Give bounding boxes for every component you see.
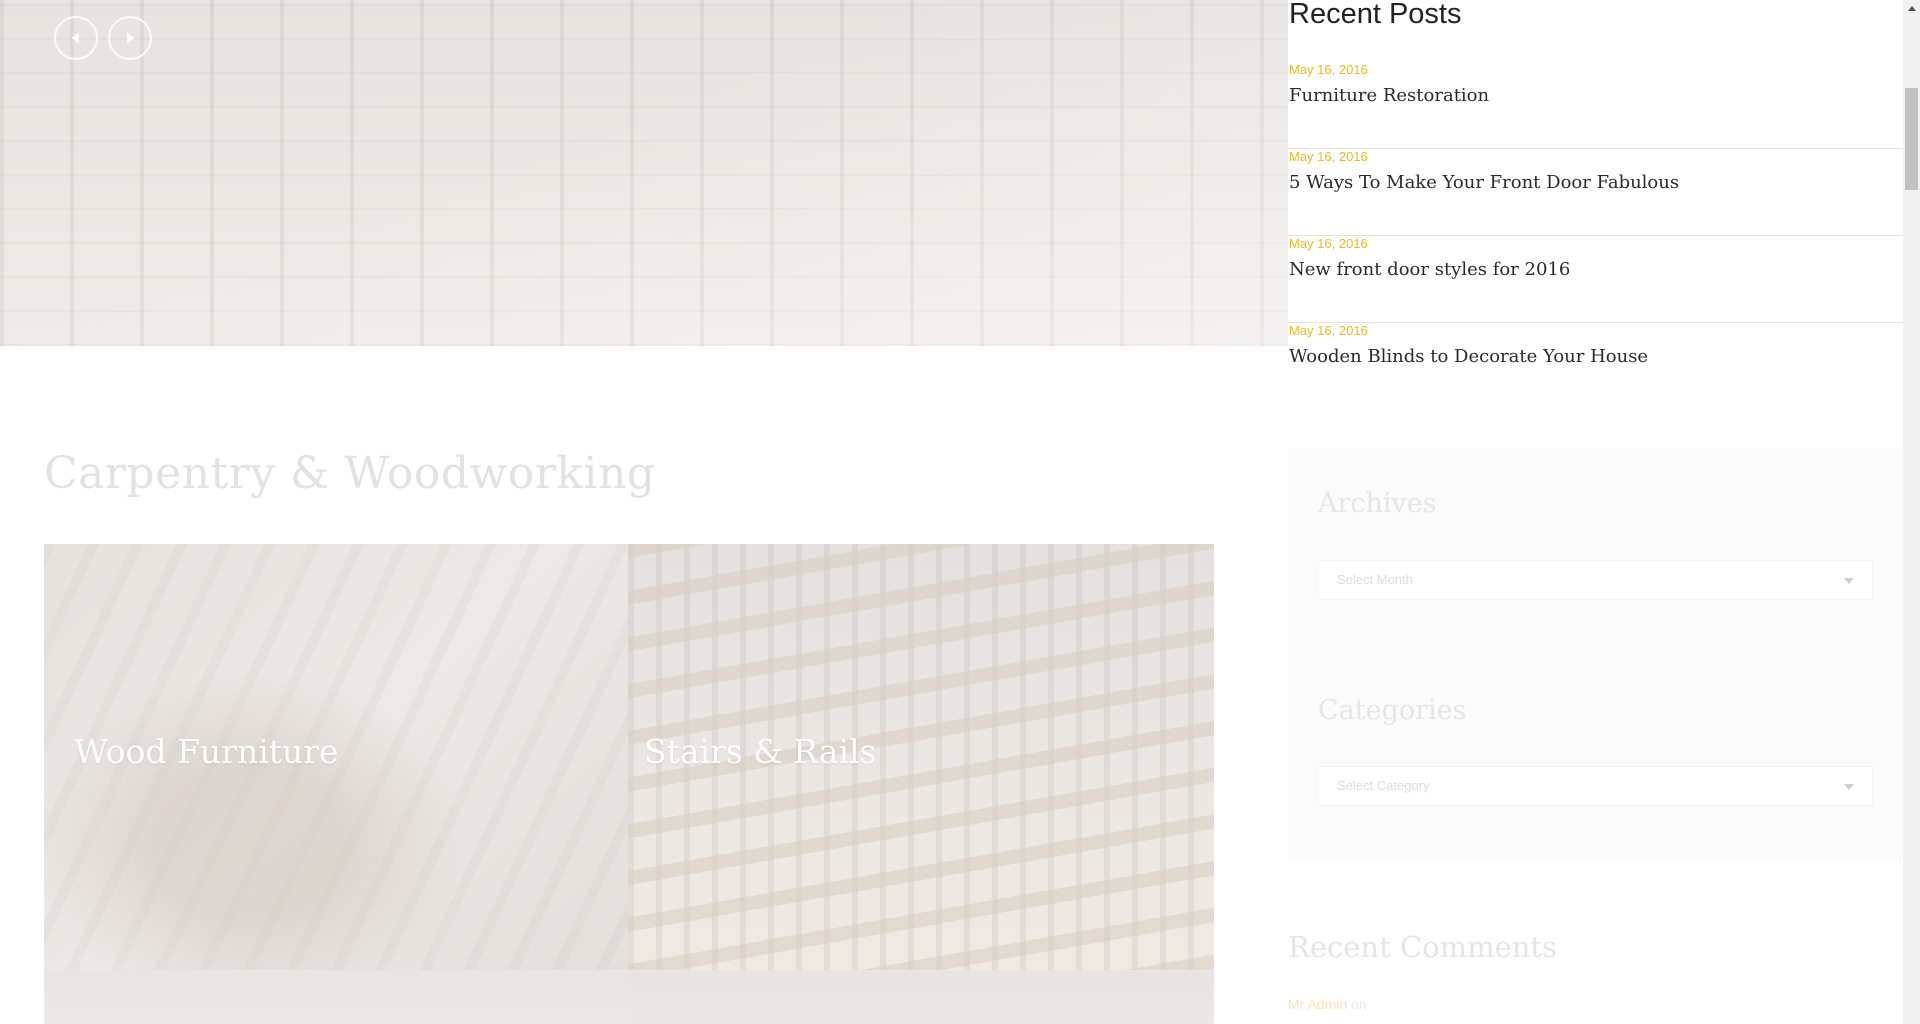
post-title-link[interactable]: 5 Ways To Make Your Front Door Fabulous [1289,172,1679,193]
page-scrollbar[interactable] [1903,0,1920,1024]
tile-row2-right[interactable] [628,970,1214,1024]
scroll-up-button[interactable] [1903,0,1920,17]
post-title-link[interactable]: New front door styles for 2016 [1289,259,1570,280]
post-date: May 16, 2016 [1289,236,1368,251]
recent-post-item[interactable]: May 16, 2016 New front door styles for 2… [1288,236,1903,323]
post-title-link[interactable]: Furniture Restoration [1289,85,1489,106]
arrow-up-icon [1907,6,1916,11]
post-title-link[interactable]: Wooden Blinds to Decorate Your House [1289,346,1648,367]
tile-label: Wood Furniture [74,732,339,771]
comment-author-link[interactable]: Mr Admin [1288,996,1347,1012]
recent-post-item[interactable]: May 16, 2016 Wooden Blinds to Decorate Y… [1288,323,1903,410]
archives-select[interactable]: Select Month [1318,560,1873,600]
archives-select-value: Select Month [1337,572,1413,587]
categories-select[interactable]: Select Category [1318,766,1873,806]
tile-row2-left[interactable] [44,970,628,1024]
arrow-left-icon [71,32,79,44]
comment-suffix: on [1351,996,1367,1012]
chevron-down-icon [1844,578,1854,584]
section-title: Carpentry & Woodworking [44,448,656,499]
post-date: May 16, 2016 [1289,62,1368,77]
recent-posts-title: Recent Posts [1289,0,1462,30]
chevron-down-icon [1844,784,1854,790]
slider-next-button[interactable] [108,16,152,60]
recent-comment-item: Mr Admin on [1288,996,1367,1012]
arrow-right-icon [127,32,135,44]
recent-post-item[interactable]: May 16, 2016 Furniture Restoration [1288,62,1903,149]
tile-label: Stairs & Rails [644,732,877,771]
recent-post-item[interactable]: May 16, 2016 5 Ways To Make Your Front D… [1288,149,1903,236]
post-date: May 16, 2016 [1289,323,1368,338]
slider-prev-button[interactable] [54,16,98,60]
hero-slider [0,0,1288,346]
service-tiles: Wood Furniture Stairs & Rails [44,544,1214,1024]
post-date: May 16, 2016 [1289,149,1368,164]
recent-comments-title: Recent Comments [1288,930,1557,964]
categories-select-value: Select Category [1337,778,1430,793]
archives-title: Archives [1318,488,1437,519]
tile-stairs-rails[interactable]: Stairs & Rails [628,544,1214,970]
tile-wood-furniture[interactable]: Wood Furniture [44,544,628,970]
categories-title: Categories [1318,695,1467,726]
sidebar-widgets-box: Archives Select Month Categories Select … [1288,448,1903,860]
scrollbar-thumb[interactable] [1905,88,1918,190]
sidebar: Recent Posts May 16, 2016 Furniture Rest… [1288,0,1903,1024]
